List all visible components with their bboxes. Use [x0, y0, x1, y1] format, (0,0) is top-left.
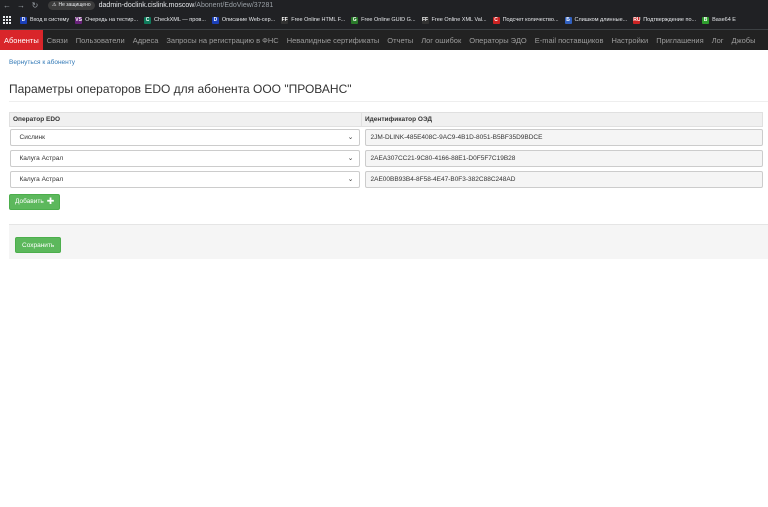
bookmark-favicon-icon: B	[702, 16, 710, 24]
form-footer: Сохранить	[9, 223, 768, 259]
bookmark-favicon-icon: C	[144, 16, 152, 24]
identifier-field[interactable]: 2AEA307CC21-9C80-4166-88E1-D0F5F7C19B28	[364, 149, 763, 167]
operator-select[interactable]: Калуга Астрал ⌄	[9, 170, 360, 188]
bookmark-favicon-icon: C	[492, 16, 500, 24]
operator-select[interactable]: Сислинк ⌄	[9, 128, 360, 146]
nav-item[interactable]: Связи	[43, 30, 72, 50]
identifier-value: 2AEA307CC21-9C80-4166-88E1-D0F5F7C19B28	[370, 154, 516, 162]
bookmark-favicon-icon: VS	[75, 16, 83, 24]
bookmark-label: Free Online HTML F...	[291, 17, 346, 23]
column-header-operator: Оператор EDO	[9, 112, 362, 127]
bookmark-item[interactable]: RU Подтверждение по...	[633, 16, 697, 24]
bookmark-label: Очередь на тестир...	[85, 17, 139, 23]
bookmark-item[interactable]: FF Free Online HTML F...	[281, 16, 346, 24]
nav-item[interactable]: Лог	[708, 30, 728, 50]
operator-select-value: Сислинк	[19, 133, 45, 141]
nav-item[interactable]: Адреса	[129, 30, 163, 50]
bookmark-item[interactable]: D Описание Web-сер...	[211, 16, 276, 24]
url-path: /Abonent/EdoView/37281	[194, 2, 274, 9]
nav-item[interactable]: Лог ошибок	[417, 30, 465, 50]
bookmark-label: Подсчет количество...	[502, 17, 559, 23]
forward-arrow-icon[interactable]: →	[14, 0, 28, 11]
operator-select[interactable]: Калуга Астрал ⌄	[9, 149, 360, 167]
add-operator-button[interactable]: Добавить ✚	[9, 193, 61, 210]
security-badge[interactable]: ⚠ Не защищено	[48, 1, 95, 10]
security-label: Не защищено	[58, 2, 91, 8]
edo-operators-table: Оператор EDO Идентификатор ОЭД Сислинк ⌄ 2…	[9, 112, 763, 190]
bookmark-label: Вход в систему	[30, 17, 70, 23]
bookmark-label: Слишком длинные...	[574, 17, 628, 23]
bookmark-item[interactable]: Б Слишком длинные...	[564, 16, 628, 24]
reload-icon[interactable]: ↻	[28, 0, 42, 11]
main-navbar: Абоненты Связи Пользователи Адреса Запросы н…	[0, 30, 768, 50]
nav-item[interactable]: Отчеты	[383, 30, 417, 50]
bookmark-label: Подтверждение по...	[643, 17, 697, 23]
identifier-cell: 2JM-DLINK-485E408C-9AC9-4B1D-8051-B5BF35…	[362, 127, 763, 148]
table-row: Сислинк ⌄ 2JM-DLINK-485E408C-9AC9-4B1D-805…	[9, 127, 763, 148]
bookmark-item[interactable]: D Вход в систему	[20, 16, 70, 24]
identifier-field[interactable]: 2JM-DLINK-485E408C-9AC9-4B1D-8051-B5BF35…	[364, 128, 763, 146]
bookmark-label: CheckXML — пров...	[154, 17, 206, 23]
browser-titlebar: ← → ↻ ⚠ Не защищено dadmin-doclink.cisli…	[0, 0, 768, 11]
bookmark-item[interactable]: FF Free Online XML Val...	[421, 16, 487, 24]
back-to-abonent-link[interactable]: Вернуться к абоненту	[9, 59, 768, 66]
operator-cell: Калуга Астрал ⌄	[9, 148, 362, 169]
bookmark-list: D Вход в систему VS Очередь на тестир... C Ch…	[20, 16, 742, 24]
bookmark-item[interactable]: C CheckXML — пров...	[144, 16, 206, 24]
address-bar[interactable]: dadmin-doclink.cislink.moscow/Abonent/Ed…	[99, 2, 274, 9]
warning-icon: ⚠	[52, 2, 57, 8]
operator-select-value: Калуга Астрал	[19, 175, 64, 183]
chevron-down-icon: ⌄	[347, 176, 354, 183]
apps-grid-icon[interactable]	[3, 15, 12, 25]
chevron-down-icon: ⌄	[347, 134, 354, 142]
identifier-cell: 2AE00BB93B4-8F58-4E47-B0F3-382C88C248AD	[362, 169, 763, 190]
identifier-cell: 2AEA307CC21-9C80-4166-88E1-D0F5F7C19B28	[362, 148, 763, 169]
bookmark-item[interactable]: B Base64 E	[702, 16, 736, 24]
bookmark-label: Free Online GUID G...	[361, 17, 416, 23]
back-arrow-icon[interactable]: ←	[0, 0, 14, 11]
table-row: Калуга Астрал ⌄ 2AEA307CC21-9C80-4166-88E1…	[9, 148, 763, 169]
operator-select-value: Калуга Астрал	[19, 154, 64, 162]
identifier-field[interactable]: 2AE00BB93B4-8F58-4E47-B0F3-382C88C248AD	[364, 170, 763, 188]
nav-item[interactable]: Приглашения	[652, 30, 707, 50]
nav-item[interactable]: Настройки	[607, 30, 652, 50]
table-row: Калуга Астрал ⌄ 2AE00BB93B4-8F58-4E47-B0F3…	[9, 169, 763, 190]
bookmark-item[interactable]: C Подсчет количество...	[492, 16, 559, 24]
bookmark-favicon-icon: FF	[281, 16, 289, 24]
identifier-value: 2AE00BB93B4-8F58-4E47-B0F3-382C88C248AD	[370, 175, 516, 183]
nav-item[interactable]: Джобы	[728, 30, 760, 50]
table-header-row: Оператор EDO Идентификатор ОЭД	[9, 112, 763, 127]
url-host: dadmin-doclink.cislink.moscow	[98, 2, 195, 9]
column-header-identifier: Идентификатор ОЭД	[361, 112, 763, 127]
chevron-down-icon: ⌄	[347, 155, 354, 162]
add-button-label: Добавить	[15, 198, 44, 205]
save-button[interactable]: Сохранить	[15, 237, 62, 253]
bookmark-label: Описание Web-сер...	[221, 17, 276, 23]
nav-item[interactable]: Абоненты	[0, 30, 43, 50]
identifier-value: 2JM-DLINK-485E408C-9AC9-4B1D-8051-B5BF35…	[370, 133, 543, 141]
bookmark-favicon-icon: G	[351, 16, 359, 24]
plus-icon: ✚	[46, 196, 55, 206]
bookmark-favicon-icon: Б	[564, 16, 572, 24]
operator-cell: Сислинк ⌄	[9, 127, 362, 148]
nav-item[interactable]: Операторы ЭДО	[465, 30, 530, 50]
page-content: Вернуться к абоненту Параметры операторо…	[0, 59, 768, 259]
nav-item[interactable]: Запросы на регистрацию в ФНС	[162, 30, 282, 50]
bookmark-favicon-icon: RU	[633, 16, 641, 24]
bookmark-label: Base64 E	[712, 17, 736, 23]
nav-item[interactable]: Пользователи	[72, 30, 129, 50]
bookmark-item[interactable]: VS Очередь на тестир...	[75, 16, 139, 24]
bookmark-label: Free Online XML Val...	[431, 17, 487, 23]
bookmark-favicon-icon: FF	[421, 16, 429, 24]
nav-item[interactable]: Невалидные сертификаты	[283, 30, 384, 50]
bookmark-item[interactable]: G Free Online GUID G...	[351, 16, 416, 24]
bookmark-favicon-icon: D	[20, 16, 27, 24]
bookmarks-bar: D Вход в систему VS Очередь на тестир... C Ch…	[0, 11, 768, 30]
nav-item[interactable]: E-mail поставщиков	[531, 30, 608, 50]
page-title: Параметры операторов EDO для абонента ОО…	[9, 82, 768, 102]
bookmark-favicon-icon: D	[211, 16, 219, 24]
operator-cell: Калуга Астрал ⌄	[9, 169, 362, 190]
